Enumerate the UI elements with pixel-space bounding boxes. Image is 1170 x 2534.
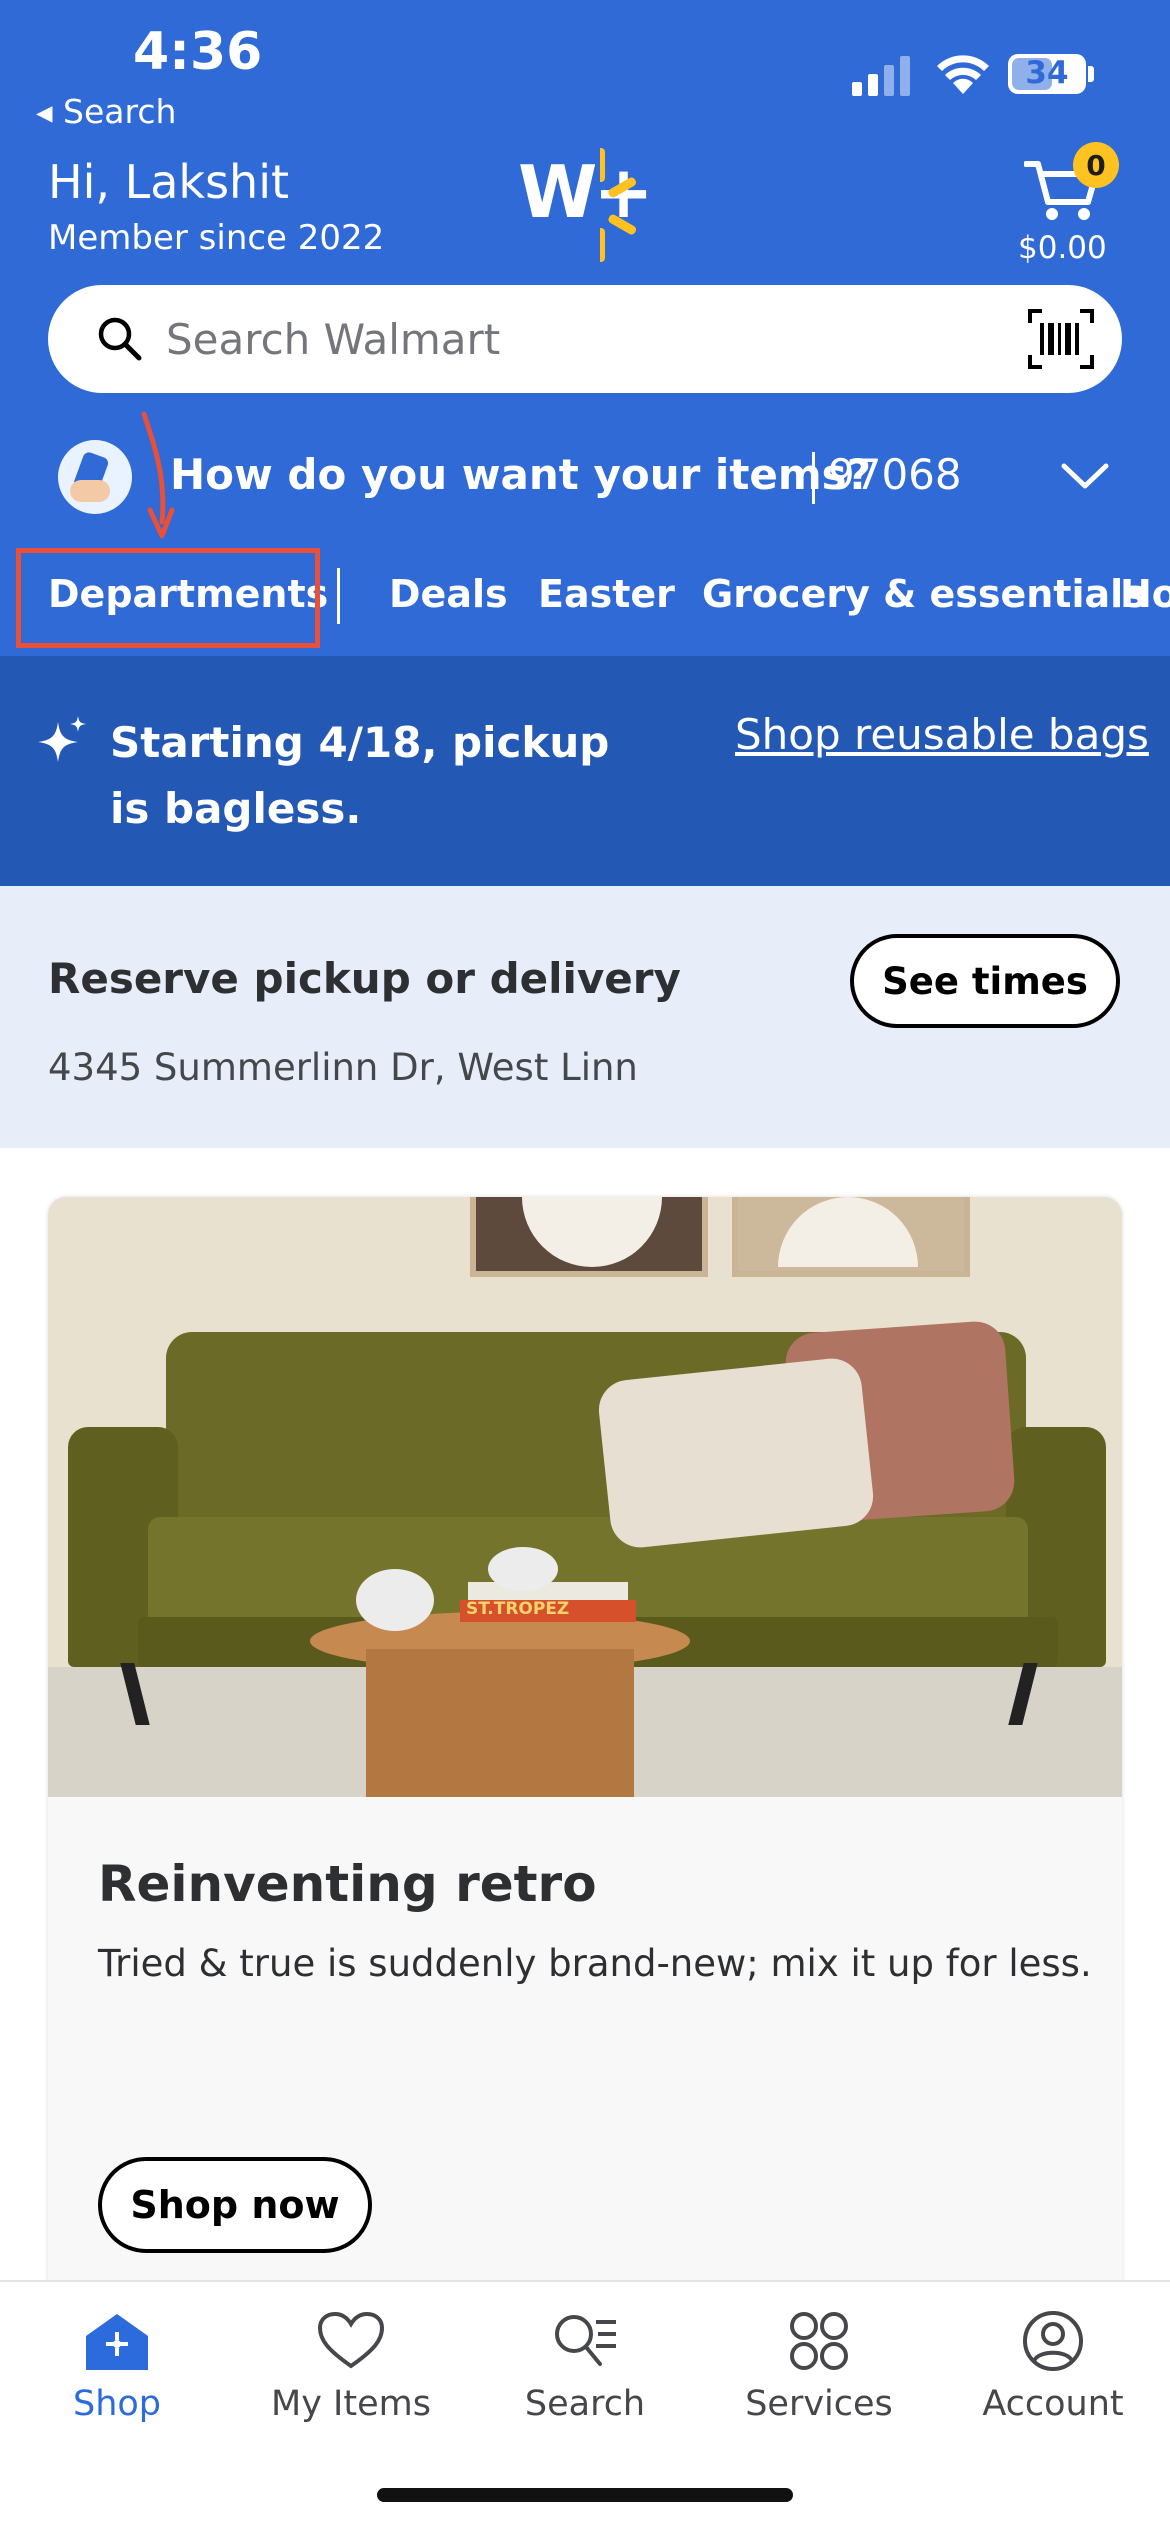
account-icon [1023, 2311, 1083, 2371]
reserve-section: Reserve pickup or delivery 4345 Summerli… [0, 886, 1170, 1148]
tab-search[interactable]: Search [468, 2310, 702, 2424]
tab-label-search: Search [524, 2384, 646, 2424]
nav-deals[interactable]: Deals [389, 572, 508, 616]
spark-icon [600, 148, 637, 262]
nav-grocery-essentials[interactable]: Grocery & essentials [702, 572, 1146, 616]
tab-label-my-items: My Items [271, 2384, 431, 2424]
tab-label-services: Services [745, 2384, 893, 2424]
nav-separator [337, 568, 340, 624]
cart-count-badge: 0 [1073, 142, 1119, 188]
tab-shop[interactable]: Shop [0, 2310, 234, 2424]
book-spine-text: ST.TROPEZ [466, 1599, 570, 1619]
search-icon [98, 317, 142, 361]
signal-icon [852, 56, 910, 96]
bagless-banner: Starting 4/18, pickup is bagless. Shop r… [0, 656, 1170, 886]
tab-account[interactable]: Account [936, 2310, 1170, 2424]
tab-services[interactable]: Services [702, 2310, 936, 2424]
battery-tip [1088, 66, 1094, 82]
store-address: 4345 Summerlinn Dr, West Linn [48, 1046, 638, 1089]
member-since: Member since 2022 [48, 218, 385, 258]
cart-total: $0.00 [1018, 230, 1107, 266]
home-indicator[interactable] [377, 2488, 793, 2502]
status-time: 4:36 [133, 22, 263, 82]
search-list-icon [555, 2315, 616, 2366]
search-input[interactable]: Search Walmart [166, 315, 500, 364]
nav-home-partial[interactable]: Ho [1120, 572, 1170, 616]
promo-card[interactable]: ST.TROPEZ Reinventing retro Tried & true… [48, 1197, 1122, 2297]
departments-highlight-box [16, 548, 320, 648]
zip-code[interactable]: 97068 [828, 450, 962, 499]
tab-label-shop: Shop [72, 2384, 162, 2424]
fulfillment-question[interactable]: How do you want your items? [170, 450, 871, 499]
services-icon [790, 2312, 848, 2370]
tab-label-account: Account [982, 2384, 1124, 2424]
heart-icon [317, 2311, 385, 2369]
banner-message: Starting 4/18, pickup is bagless. [110, 718, 610, 833]
shop-icon [86, 2314, 148, 2370]
battery-icon: 34 [1008, 54, 1086, 94]
nav-easter[interactable]: Easter [538, 572, 675, 616]
card-description: Tried & true is suddenly brand-new; mix … [98, 1942, 1092, 1985]
app-header: 4:36 ◂ Search 34 Hi, Lakshit Member sinc… [0, 0, 1170, 656]
zip-divider [812, 452, 815, 504]
back-to-search-link[interactable]: ◂ Search [36, 92, 176, 131]
sofa-image: ST.TROPEZ [48, 1197, 1122, 1797]
battery-level: 34 [1025, 55, 1069, 91]
card-title: Reinventing retro [98, 1855, 597, 1913]
search-bar[interactable]: Search Walmart [48, 285, 1122, 393]
barcode-scanner-icon[interactable] [1028, 309, 1094, 369]
chevron-down-icon[interactable] [1060, 462, 1110, 492]
greeting: Hi, Lakshit [48, 155, 290, 209]
sparkle-icon [38, 716, 86, 762]
shop-now-button[interactable]: Shop now [98, 2157, 372, 2253]
reserve-title: Reserve pickup or delivery [48, 954, 681, 1003]
fulfillment-avatar-icon [58, 440, 132, 514]
see-times-button[interactable]: See times [850, 934, 1120, 1028]
shop-reusable-bags-link[interactable]: Shop reusable bags [735, 710, 1149, 759]
wifi-icon [937, 55, 989, 94]
tab-my-items[interactable]: My Items [234, 2310, 468, 2424]
